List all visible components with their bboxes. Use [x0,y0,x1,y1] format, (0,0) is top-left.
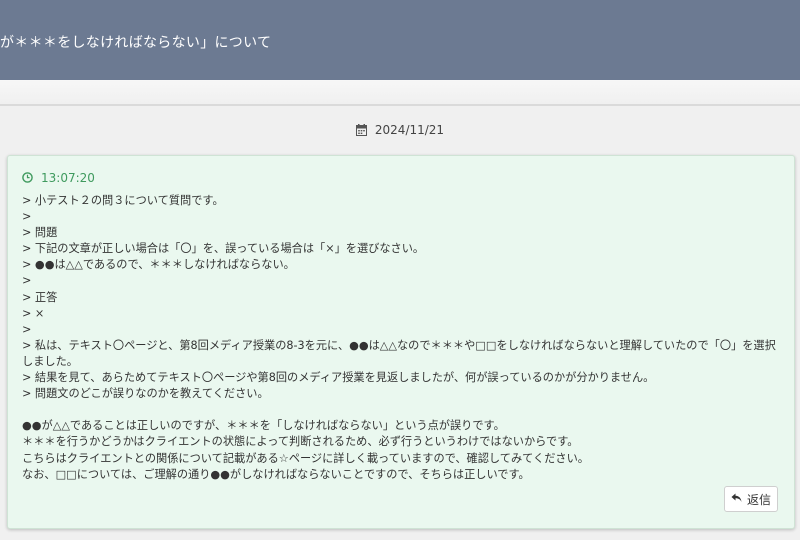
message-line: なお、□□については、ご理解の通り●●がしなければならないことですので、そちらは… [22,467,530,481]
message-line: > × [22,306,45,320]
message-line [22,402,782,418]
calendar-icon [355,124,367,139]
message-line: > 問題 [22,226,58,240]
message-line: > 私は、テキスト〇ページと、第8回メディア授業の8-3を元に、●●は△△なので… [22,338,776,368]
message-line: > 問題文のどこが誤りなのかを教えてください。 [22,387,269,401]
message-line: > 結果を見て、あらためてテキスト〇ページや第8回のメディア授業を見返しましたが… [22,371,655,385]
reply-button-label: 返信 [746,492,771,507]
date-text: 2024/11/21 [374,123,445,137]
page-title: が＊＊＊をしなければならない」について [0,35,272,51]
page-header: が＊＊＊をしなければならない」について [0,0,800,80]
message-time: 13:07:20 [41,171,95,185]
reply-arrow-icon [731,492,742,506]
message-line: > [22,274,32,288]
message-line: > 下記の文章が正しい場合は「〇」を、誤っている場合は「×」を選びなさい。 [22,242,425,256]
message-line: > [22,210,32,224]
clock-icon [22,172,33,186]
message-line: > [22,322,32,336]
message-body: > 小テスト２の問３について質問です。 > > 問題 > 下記の文章が正しい場合… [22,193,782,483]
message-line: ＊＊＊を行うかどうかはクライエントの状態によって判断されるため、必ず行うというわ… [22,435,579,449]
message-timestamp-row: 13:07:20 [22,171,95,186]
message-card: 13:07:20 > 小テスト２の問３について質問です。 > > 問題 > 下記… [7,155,795,529]
message-line: > 正答 [22,290,58,304]
message-line: > 小テスト２の問３について質問です。 [22,194,224,207]
message-line: > ●●は△△であるので、＊＊＊しなければならない。 [22,258,295,272]
date-separator: 2024/11/21 [0,123,800,139]
reply-button[interactable]: 返信 [724,486,778,512]
header-divider [0,80,800,106]
message-line: こちらはクライエントとの関係について記載がある☆ページに詳しく載っていますので、… [22,451,589,465]
message-line: ●●が△△であることは正しいのですが、＊＊＊を「しなければならない」という点が誤… [22,419,505,433]
